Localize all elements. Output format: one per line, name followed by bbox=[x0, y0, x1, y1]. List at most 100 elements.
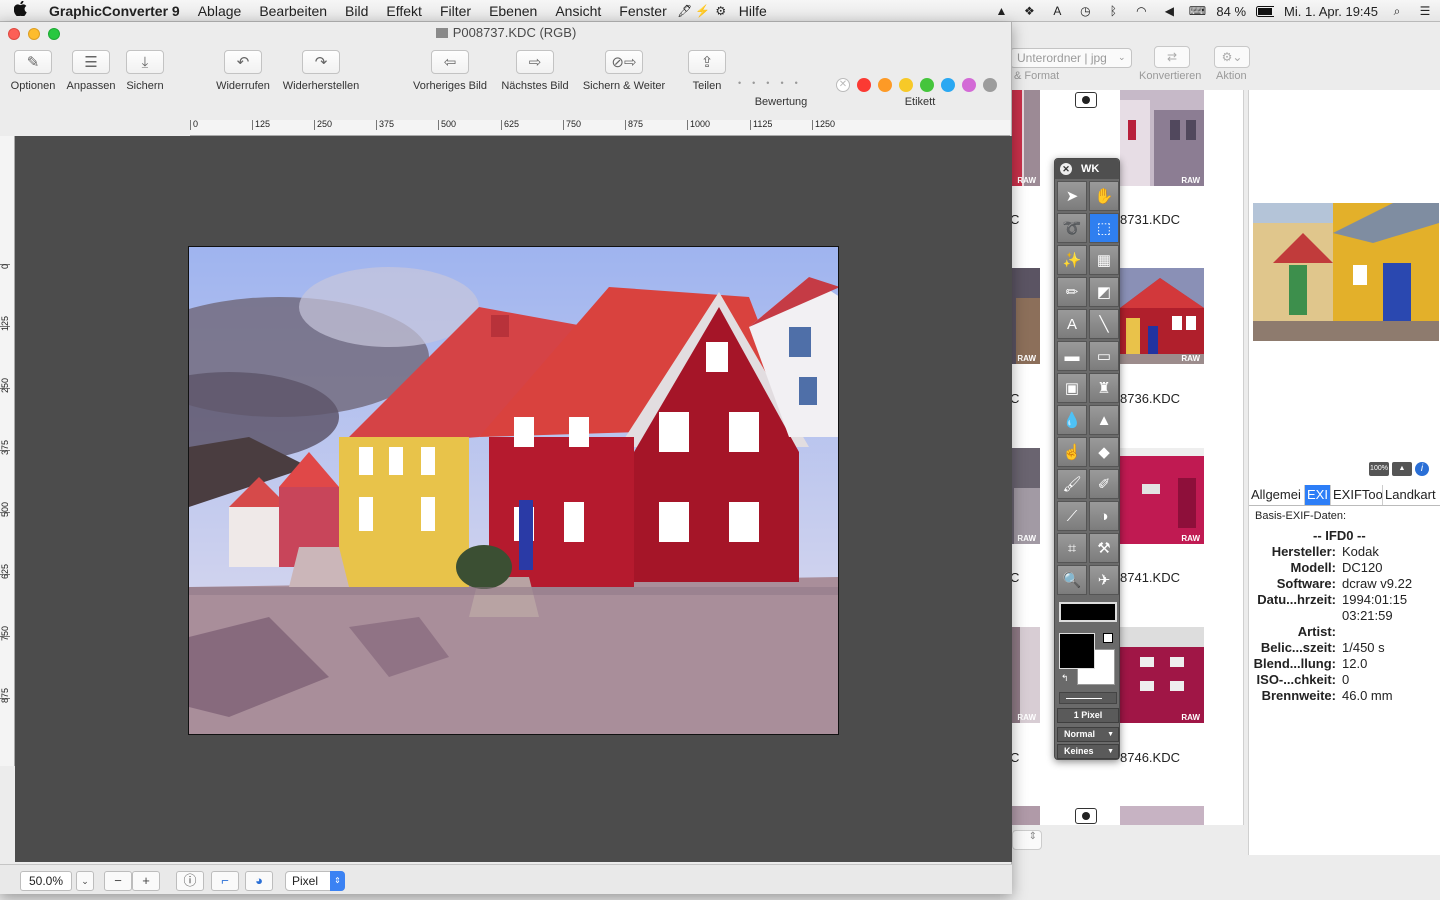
zoom-tool-icon[interactable]: 🔍 bbox=[1057, 565, 1087, 595]
swap-colors-icon[interactable]: ↰ bbox=[1061, 673, 1069, 684]
zoom-in-button[interactable]: + bbox=[132, 871, 160, 891]
tab-allgemein[interactable]: Allgemei bbox=[1249, 485, 1305, 505]
gear-menu-icon[interactable]: ⚙ bbox=[712, 3, 730, 19]
action-button[interactable]: ⚙⌄ bbox=[1214, 46, 1250, 68]
zoom-menu-button[interactable]: ⌄ bbox=[76, 871, 94, 891]
stamp-tool-icon[interactable]: ♜ bbox=[1089, 373, 1119, 403]
pattern-swatch[interactable] bbox=[1059, 602, 1117, 622]
sichern-button[interactable]: ⤓ Sichern bbox=[122, 50, 168, 92]
brush-tool-icon[interactable]: 🖌 bbox=[1057, 469, 1087, 499]
zoom-window-button[interactable] bbox=[48, 28, 60, 40]
thumbnail-8741[interactable]: RAW bbox=[1120, 448, 1204, 544]
unit-select[interactable]: Pixel ⇕ bbox=[285, 871, 345, 891]
text-tool-status-icon[interactable]: A bbox=[1048, 3, 1066, 19]
menu-ebenen[interactable]: Ebenen bbox=[480, 3, 546, 19]
palette-titlebar[interactable]: ✕ WK bbox=[1055, 159, 1119, 179]
thumbnail-8731[interactable]: RAW bbox=[1120, 90, 1204, 186]
menu-graphicconverter[interactable]: GraphicConverter 9 bbox=[40, 3, 189, 19]
blur-drop-tool-icon[interactable]: 💧 bbox=[1057, 405, 1087, 435]
battery-icon[interactable] bbox=[1256, 3, 1275, 19]
filled-rect-tool-icon[interactable]: ▬ bbox=[1057, 341, 1087, 371]
palette-close-icon[interactable]: ✕ bbox=[1060, 163, 1072, 175]
thumbnail[interactable] bbox=[1012, 806, 1040, 825]
close-window-button[interactable] bbox=[8, 28, 20, 40]
flash-menu-icon[interactable]: ⚡ bbox=[694, 3, 712, 19]
line-width-field[interactable]: 1 Pixel bbox=[1057, 708, 1119, 723]
notification-center-icon[interactable]: ☰ bbox=[1416, 3, 1434, 19]
crop-tool-icon[interactable]: ⌗ bbox=[1057, 533, 1087, 563]
info-button[interactable]: ⓘ bbox=[176, 871, 204, 891]
no-label-icon[interactable]: ✕ bbox=[836, 78, 850, 92]
menubar-clock[interactable]: Mi. 1. Apr. 19:45 bbox=[1284, 4, 1378, 19]
color-replace-tool-icon[interactable]: ◑ bbox=[1089, 501, 1119, 531]
line-tool-icon[interactable]: ╲ bbox=[1089, 309, 1119, 339]
magic-wand-tool-icon[interactable]: ✨ bbox=[1057, 245, 1087, 275]
pointer-tool-icon[interactable]: ➤ bbox=[1057, 181, 1087, 211]
label-yellow-dot[interactable] bbox=[899, 78, 913, 92]
teilen-button[interactable]: ⇪ Teilen bbox=[686, 50, 728, 92]
zoom-field[interactable]: 50.0% bbox=[20, 871, 72, 891]
pattern-tool-icon[interactable]: ▦ bbox=[1089, 245, 1119, 275]
line-style-select[interactable] bbox=[1059, 692, 1117, 704]
marquee-tool-icon[interactable]: ⬚ bbox=[1089, 213, 1119, 243]
label-orange-dot[interactable] bbox=[878, 78, 892, 92]
color-profile-button[interactable]: ◕ bbox=[245, 871, 273, 891]
clone-tool-icon[interactable]: ⚒ bbox=[1089, 533, 1119, 563]
thumbnail[interactable] bbox=[1120, 806, 1204, 825]
label-gray-dot[interactable] bbox=[983, 78, 997, 92]
fill-select[interactable]: Keines ▼ bbox=[1057, 744, 1119, 759]
bluetooth-icon[interactable]: ᛒ bbox=[1104, 3, 1122, 19]
vorheriges-bild-button[interactable]: ⇦ Vorheriges Bild bbox=[408, 50, 492, 92]
thumbnail[interactable]: RAW bbox=[1012, 90, 1040, 186]
lasso-tool-icon[interactable]: ➰ bbox=[1057, 213, 1087, 243]
label-blue-dot[interactable] bbox=[941, 78, 955, 92]
pencil-tool-icon[interactable]: ✏ bbox=[1057, 277, 1087, 307]
image-canvas[interactable] bbox=[15, 136, 1012, 862]
thumbnail-8736[interactable]: RAW bbox=[1120, 268, 1204, 364]
apple-menu-icon[interactable] bbox=[0, 0, 40, 20]
menu-fenster[interactable]: Fenster bbox=[610, 3, 675, 19]
thumbnail[interactable]: RAW bbox=[1012, 627, 1040, 723]
drive-icon[interactable]: ▲ bbox=[992, 3, 1010, 19]
menu-filter[interactable]: Filter bbox=[431, 3, 480, 19]
smudge-tool-icon[interactable]: ☝ bbox=[1057, 437, 1087, 467]
menu-hilfe[interactable]: Hilfe bbox=[730, 3, 776, 19]
tab-landkarte[interactable]: Landkart bbox=[1383, 485, 1440, 505]
thumbnail-grid[interactable]: RAW C RAW C RAW C RAW C RAW 8731.KDC bbox=[1012, 90, 1244, 825]
convert-button[interactable]: ⇄ bbox=[1154, 46, 1190, 68]
eyedropper-tool-icon[interactable]: ⟋ bbox=[1057, 501, 1087, 531]
tab-exif[interactable]: EXI bbox=[1305, 485, 1331, 505]
photo-image[interactable] bbox=[188, 246, 839, 735]
optionen-button[interactable]: ✎ Optionen bbox=[8, 50, 58, 92]
rulers-button[interactable]: ⌐ bbox=[211, 871, 239, 891]
wifi-icon[interactable]: ◠ bbox=[1132, 3, 1150, 19]
anpassen-button[interactable]: ☰ Anpassen bbox=[64, 50, 118, 92]
blend-mode-select[interactable]: Normal ▼ bbox=[1057, 727, 1119, 742]
menu-ablage[interactable]: Ablage bbox=[189, 3, 251, 19]
thumbnail[interactable]: RAW bbox=[1012, 448, 1040, 544]
subfolder-format-combo[interactable]: Unterordner | jpg bbox=[1010, 48, 1132, 68]
hand-tool-icon[interactable]: ✋ bbox=[1089, 181, 1119, 211]
dropbox-icon[interactable]: ❖ bbox=[1020, 3, 1038, 19]
foreground-color-swatch[interactable] bbox=[1059, 633, 1095, 669]
sponge-tool-icon[interactable]: ◆ bbox=[1089, 437, 1119, 467]
paint-bucket-tool-icon[interactable]: ▣ bbox=[1057, 373, 1087, 403]
menu-bild[interactable]: Bild bbox=[336, 3, 377, 19]
menu-effekt[interactable]: Effekt bbox=[377, 3, 431, 19]
airbrush-tool-icon[interactable]: ✈ bbox=[1089, 565, 1119, 595]
eraser-tool-icon[interactable]: ◩ bbox=[1089, 277, 1119, 307]
window-titlebar[interactable]: P008737.KDC (RGB) bbox=[0, 22, 1012, 44]
label-green-dot[interactable] bbox=[920, 78, 934, 92]
label-red-dot[interactable] bbox=[857, 78, 871, 92]
thumbnail[interactable]: RAW bbox=[1012, 268, 1040, 364]
volume-icon[interactable]: ◀ bbox=[1160, 3, 1178, 19]
info-icon[interactable]: i bbox=[1415, 462, 1429, 476]
spotlight-search-icon[interactable]: ⌕ bbox=[1388, 3, 1406, 19]
zoom-out-button[interactable]: − bbox=[104, 871, 132, 891]
keyboard-icon[interactable]: ⌨ bbox=[1188, 3, 1206, 19]
text-tool-icon[interactable]: A bbox=[1057, 309, 1087, 339]
histogram-icon[interactable]: ▲ bbox=[1392, 462, 1412, 476]
label-purple-dot[interactable] bbox=[962, 78, 976, 92]
rating-control[interactable]: ••••• bbox=[738, 78, 809, 88]
thumbnail-8746[interactable]: RAW bbox=[1120, 627, 1204, 723]
